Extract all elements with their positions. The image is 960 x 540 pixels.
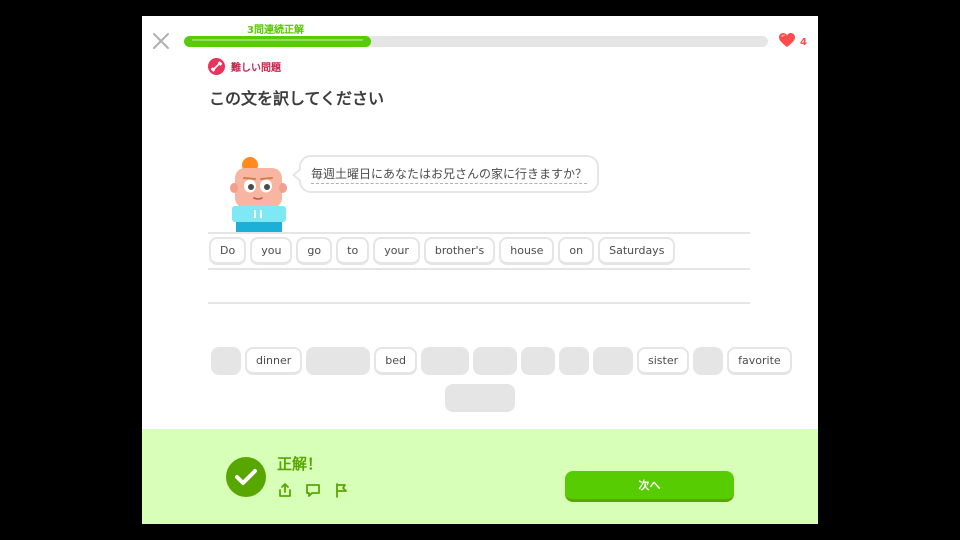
result-text: 正解！ (277, 455, 323, 473)
character-avatar (226, 156, 292, 234)
word-bank-empty-slot (693, 347, 724, 375)
word-bank-empty-slot (559, 347, 590, 375)
comment-icon[interactable] (305, 482, 321, 498)
word-bank-empty-slot (521, 347, 556, 375)
answer-line (208, 232, 750, 234)
share-icon[interactable] (277, 482, 293, 498)
challenge-title: この文を訳してください (209, 89, 385, 108)
progress-fill (184, 36, 371, 47)
word-bank-empty-slot (445, 384, 515, 412)
streak-label: 3問連続正解 (247, 25, 304, 36)
answer-line (208, 302, 750, 304)
hard-challenge-label: 難しい問題 (231, 63, 281, 74)
answer-word-chip[interactable]: go (296, 237, 333, 265)
check-icon (226, 457, 266, 497)
answer-word-chip[interactable]: on (558, 237, 595, 265)
answer-line (208, 268, 750, 270)
lesson-screen: 3問連続正解 4 難しい問題 この文を訳してください 毎週土曜日にあなたはお兄さ… (142, 16, 818, 524)
word-bank-row (445, 384, 515, 412)
progress-bar (184, 36, 768, 47)
word-bank-empty-slot (473, 347, 518, 375)
heart-icon (778, 32, 796, 52)
dumbbell-icon (208, 58, 225, 75)
next-button[interactable]: 次へ (565, 471, 734, 502)
word-bank-chip[interactable]: favorite (727, 347, 792, 375)
result-footer: 正解！ 次へ (142, 429, 818, 524)
prompt-text[interactable]: 毎週土曜日にあなたはお兄さんの家に行きますか？ (311, 165, 588, 184)
word-bank-empty-slot (421, 347, 470, 375)
answer-area: Do you go to your brother's house on Saturdays (209, 237, 676, 265)
word-bank-empty-slot (306, 347, 371, 375)
word-bank-chip[interactable]: dinner (245, 347, 303, 375)
word-bank-row: dinner bed sister favorite (211, 347, 792, 375)
footer-actions (277, 482, 349, 498)
hard-challenge-badge: 難しい問題 (208, 58, 281, 75)
close-icon[interactable] (152, 32, 170, 50)
answer-word-chip[interactable]: Saturdays (598, 237, 676, 265)
answer-word-chip[interactable]: to (336, 237, 370, 265)
speech-bubble: 毎週土曜日にあなたはお兄さんの家に行きますか？ (291, 155, 600, 193)
answer-word-chip[interactable]: Do (209, 237, 247, 265)
answer-word-chip[interactable]: house (499, 237, 555, 265)
hearts-count: 4 (800, 36, 807, 48)
word-bank-chip[interactable]: sister (637, 347, 690, 375)
hearts-counter[interactable]: 4 (778, 32, 807, 52)
flag-icon[interactable] (333, 482, 349, 498)
answer-word-chip[interactable]: you (250, 237, 293, 265)
word-bank-empty-slot (211, 347, 241, 375)
word-bank-chip[interactable]: bed (374, 347, 418, 375)
answer-word-chip[interactable]: brother's (423, 237, 496, 265)
answer-word-chip[interactable]: your (373, 237, 420, 265)
word-bank-empty-slot (593, 347, 634, 375)
